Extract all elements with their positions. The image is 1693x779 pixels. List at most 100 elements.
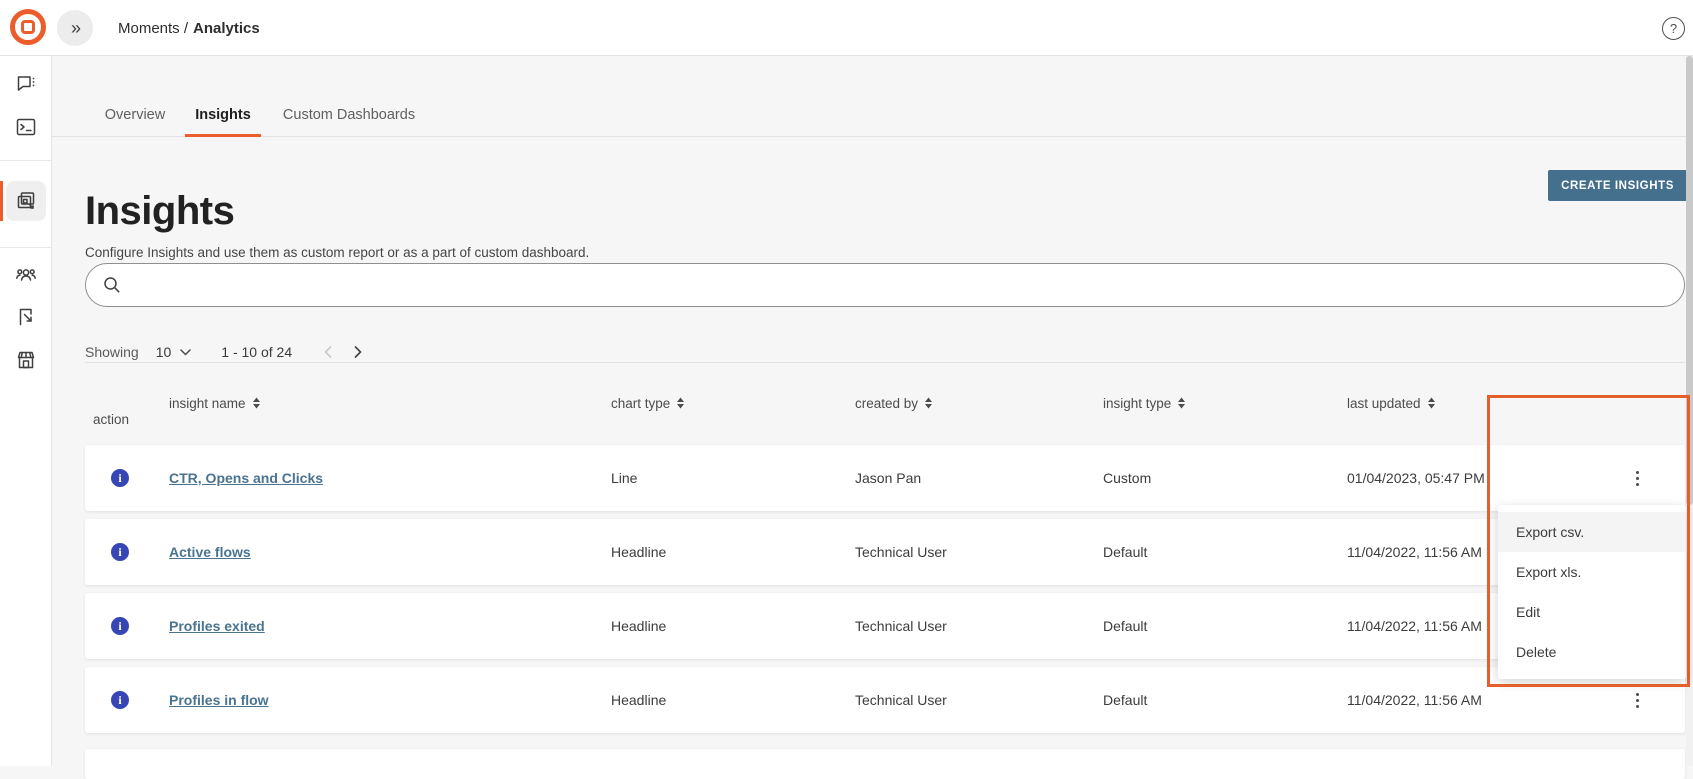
menu-item-export-xls[interactable]: Export xls.	[1498, 552, 1686, 592]
insight-name-link[interactable]: Profiles in flow	[155, 692, 269, 708]
last-updated-cell: 11/04/2022, 11:56 AM	[1347, 519, 1482, 585]
chart-type-cell: Headline	[611, 692, 855, 708]
search-icon	[102, 275, 122, 295]
insight-name-link[interactable]: Profiles exited	[155, 618, 265, 634]
table-row: i Profiles exited Headline Technical Use…	[85, 593, 1685, 659]
active-nav-indicator	[0, 181, 3, 221]
column-header-action: action	[85, 412, 155, 427]
sidebar-separator	[0, 160, 51, 161]
search-input[interactable]	[132, 264, 1684, 306]
tab-insights[interactable]: Insights	[185, 95, 261, 137]
page-size-select[interactable]: 10	[156, 344, 192, 360]
column-label: created by	[855, 396, 918, 411]
table-header: insight name chart type created by insig…	[85, 395, 1685, 427]
tab-bar: Overview Insights Custom Dashboards	[52, 56, 1693, 137]
last-updated-cell: 11/04/2022, 11:56 AM	[1347, 667, 1482, 733]
scrollbar-thumb[interactable]	[1686, 56, 1693, 505]
breadcrumb-current: Analytics	[193, 20, 260, 37]
page-title: Insights	[85, 185, 234, 237]
sidebar-item-developer-tools[interactable]	[6, 107, 46, 147]
sort-icon[interactable]	[1177, 397, 1186, 409]
table-row: i Active flows Headline Technical User D…	[85, 519, 1685, 585]
sidebar-item-marketplace[interactable]	[6, 340, 46, 380]
table-row: i Profiles in flow Headline Technical Us…	[85, 667, 1685, 733]
insight-name-link[interactable]: Active flows	[155, 544, 251, 560]
created-by-cell: Jason Pan	[855, 470, 1103, 486]
insight-name-link[interactable]: CTR, Opens and Clicks	[155, 470, 323, 486]
flag-cursor-icon	[14, 305, 38, 329]
created-by-cell: Technical User	[855, 544, 1103, 560]
info-icon[interactable]: i	[111, 469, 129, 487]
sidebar-expand-button[interactable]: »	[57, 10, 93, 46]
created-by-cell: Technical User	[855, 618, 1103, 634]
sidebar-item-pages[interactable]	[6, 297, 46, 337]
sidebar-item-people[interactable]	[6, 255, 46, 295]
table-top-divider	[85, 362, 1685, 363]
column-header-last-updated[interactable]: last updated	[1347, 396, 1685, 411]
next-page-button[interactable]	[348, 342, 368, 362]
chart-type-cell: Headline	[611, 544, 855, 560]
column-label: insight type	[1103, 396, 1171, 411]
infobip-logo-icon	[10, 9, 46, 45]
row-actions-kebab-icon[interactable]	[1630, 687, 1645, 714]
insight-type-cell: Custom	[1103, 470, 1347, 486]
last-updated-cell: 01/04/2023, 05:47 PM	[1347, 445, 1485, 511]
chat-dots-icon	[14, 72, 38, 96]
menu-item-edit[interactable]: Edit	[1498, 592, 1686, 632]
insight-type-cell: Default	[1103, 618, 1347, 634]
moments-flows-icon	[14, 189, 38, 213]
tab-custom-dashboards[interactable]: Custom Dashboards	[280, 95, 418, 137]
table-row-partial	[85, 749, 1685, 779]
help-icon[interactable]: ?	[1662, 17, 1685, 40]
menu-item-export-csv[interactable]: Export csv.	[1498, 512, 1686, 552]
prev-page-button[interactable]	[318, 342, 338, 362]
info-icon[interactable]: i	[111, 617, 129, 635]
page-size-value: 10	[156, 344, 172, 360]
chevron-left-icon	[324, 346, 332, 358]
sort-icon[interactable]	[676, 397, 685, 409]
row-actions-kebab-icon[interactable]	[1630, 465, 1645, 492]
tab-overview[interactable]: Overview	[95, 95, 175, 137]
row-actions-context-menu: Export csv. Export xls. Edit Delete	[1498, 505, 1686, 679]
created-by-cell: Technical User	[855, 692, 1103, 708]
sort-icon[interactable]	[924, 397, 933, 409]
column-label: chart type	[611, 396, 670, 411]
breadcrumb-parent[interactable]: Moments /	[118, 20, 188, 37]
main-content: Overview Insights Custom Dashboards Insi…	[52, 56, 1693, 766]
terminal-icon	[14, 115, 38, 139]
last-updated-cell: 11/04/2022, 11:56 AM	[1347, 593, 1482, 659]
sidebar-nav	[0, 56, 52, 766]
column-label: action	[93, 412, 129, 427]
sort-icon[interactable]	[252, 397, 261, 409]
info-icon[interactable]: i	[111, 543, 129, 561]
insight-type-cell: Default	[1103, 544, 1347, 560]
column-header-insight-name[interactable]: insight name	[155, 396, 611, 411]
chevron-right-icon	[354, 346, 362, 358]
showing-label: Showing	[85, 344, 139, 360]
chart-type-cell: Line	[611, 470, 855, 486]
page-description: Configure Insights and use them as custo…	[85, 245, 589, 260]
create-insights-button[interactable]: CREATE INSIGHTS	[1548, 170, 1687, 201]
storefront-icon	[14, 348, 38, 372]
menu-item-delete[interactable]: Delete	[1498, 632, 1686, 672]
column-label: insight name	[169, 396, 246, 411]
sidebar-separator	[0, 247, 51, 248]
chart-type-cell: Headline	[611, 618, 855, 634]
pagination-range: 1 - 10 of 24	[221, 344, 292, 360]
top-bar: » Moments / Analytics ?	[0, 0, 1693, 56]
insight-type-cell: Default	[1103, 692, 1347, 708]
breadcrumb: Moments / Analytics	[118, 0, 260, 56]
column-label: last updated	[1347, 396, 1421, 411]
sidebar-item-conversations[interactable]	[6, 64, 46, 104]
scrollbar-track[interactable]	[1686, 56, 1693, 766]
info-icon[interactable]: i	[111, 691, 129, 709]
sort-icon[interactable]	[1427, 397, 1436, 409]
chevron-down-icon	[180, 349, 191, 356]
column-header-created-by[interactable]: created by	[855, 396, 1103, 411]
people-icon	[14, 263, 38, 287]
column-header-insight-type[interactable]: insight type	[1103, 396, 1347, 411]
column-header-chart-type[interactable]: chart type	[611, 396, 855, 411]
table-row: i CTR, Opens and Clicks Line Jason Pan C…	[85, 445, 1685, 511]
search-bar[interactable]	[85, 263, 1685, 307]
sidebar-item-moments[interactable]	[6, 181, 46, 221]
